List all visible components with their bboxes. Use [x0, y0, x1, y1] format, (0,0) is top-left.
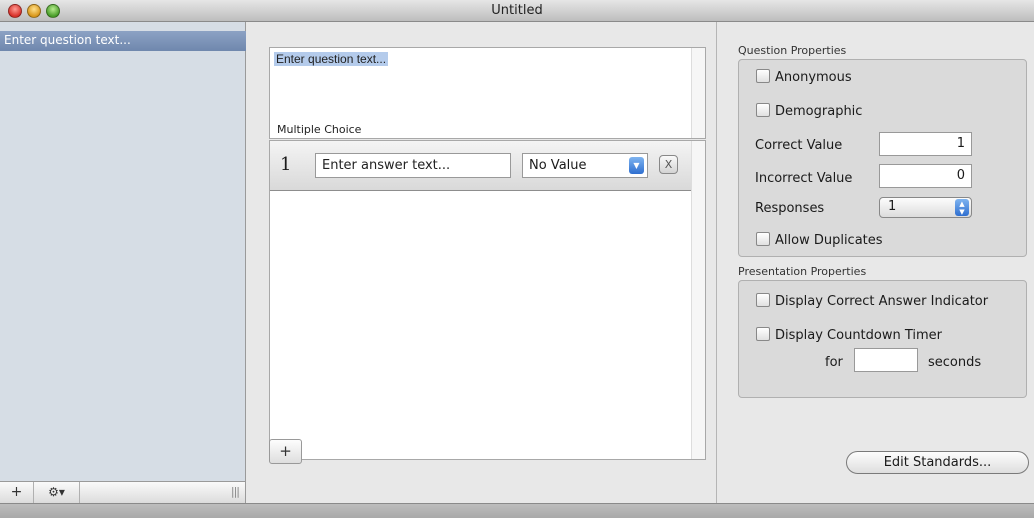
- allow-duplicates-checkbox[interactable]: Allow Duplicates: [756, 232, 883, 248]
- incorrect-value-input[interactable]: 0: [879, 164, 972, 188]
- checkbox-icon: [756, 232, 770, 246]
- answer-value-text: No Value: [529, 158, 587, 173]
- presentation-properties-group: Display Correct Answer Indicator Display…: [738, 280, 1027, 398]
- answer-value-select[interactable]: No Value ▼: [522, 153, 648, 178]
- edit-standards-button[interactable]: Edit Standards...: [846, 451, 1029, 474]
- question-properties-group: Anonymous Demographic Correct Value 1 In…: [738, 59, 1027, 257]
- display-correct-indicator-checkbox[interactable]: Display Correct Answer Indicator: [756, 293, 988, 309]
- add-answer-button[interactable]: +: [269, 439, 302, 464]
- status-bar: [0, 503, 1034, 518]
- answer-number: 1: [280, 154, 292, 175]
- question-list-sidebar: Enter question text...: [0, 22, 246, 481]
- answer-text-input[interactable]: Enter answer text...: [315, 153, 511, 178]
- checkbox-icon: [756, 103, 770, 117]
- sidebar-toolbar: + ⚙▾ |||: [0, 481, 246, 503]
- responses-label: Responses: [755, 201, 825, 216]
- remove-answer-button[interactable]: X: [659, 155, 678, 174]
- answer-list-scrollbar[interactable]: [691, 141, 705, 459]
- demographic-checkbox[interactable]: Demographic: [756, 103, 862, 119]
- checkbox-icon: [756, 69, 770, 83]
- seconds-input[interactable]: [854, 348, 918, 372]
- add-question-button[interactable]: +: [0, 482, 34, 503]
- multiple-choice-label: Multiple Choice: [277, 123, 362, 136]
- resize-grip-icon[interactable]: |||: [231, 485, 240, 498]
- question-text[interactable]: Enter question text...: [274, 52, 389, 66]
- presentation-properties-label: Presentation Properties: [738, 265, 867, 278]
- answer-row: 1 Enter answer text... No Value ▼ X: [270, 141, 691, 191]
- window-title: Untitled: [491, 3, 543, 18]
- responses-select[interactable]: 1 ▲ ▼: [879, 197, 972, 218]
- question-scrollbar[interactable]: [691, 48, 705, 138]
- display-countdown-timer-checkbox[interactable]: Display Countdown Timer: [756, 327, 942, 343]
- answer-list: 1 Enter answer text... No Value ▼ X: [269, 140, 706, 460]
- gear-menu-button[interactable]: ⚙▾: [34, 482, 80, 503]
- for-label: for: [825, 355, 843, 370]
- seconds-label: seconds: [928, 355, 982, 370]
- correct-value-label: Correct Value: [755, 138, 843, 153]
- checkbox-icon: [756, 327, 770, 341]
- dropdown-arrow-icon: ▼: [629, 157, 644, 174]
- correct-value-input[interactable]: 1: [879, 132, 972, 156]
- question-properties-label: Question Properties: [738, 44, 847, 57]
- stepper-arrow-icon: ▲ ▼: [955, 199, 969, 216]
- checkbox-icon: [756, 293, 770, 307]
- question-editor: Enter question text... Multiple Choice 1…: [247, 22, 717, 503]
- incorrect-value-label: Incorrect Value: [755, 171, 853, 186]
- anonymous-checkbox[interactable]: Anonymous: [756, 69, 852, 85]
- properties-panel: Question Properties Anonymous Demographi…: [718, 22, 1034, 503]
- title-bar: Untitled: [0, 0, 1034, 22]
- sidebar-item-question[interactable]: Enter question text...: [0, 31, 246, 51]
